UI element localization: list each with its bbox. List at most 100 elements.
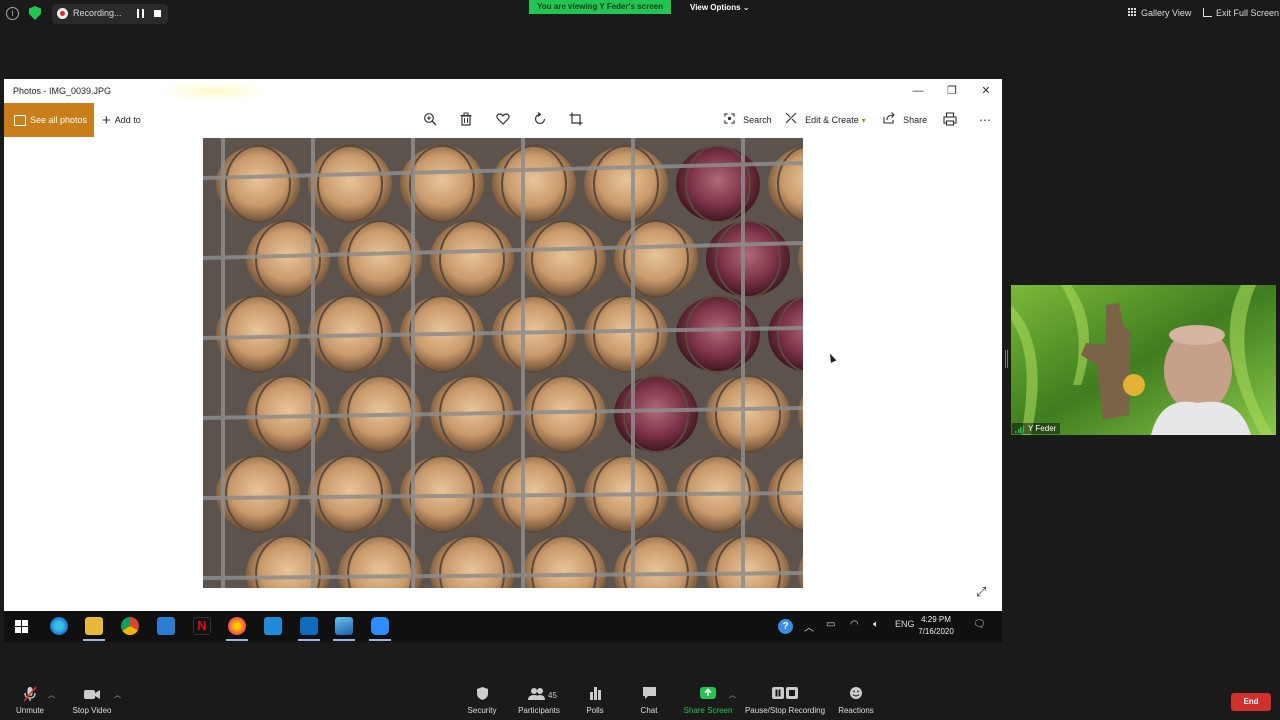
gallery-view-button[interactable]: Gallery View <box>1128 8 1191 18</box>
clock-time: 4:29 PM <box>921 615 951 624</box>
photos-toolbar: See all photos + Add to Search Edit & Cr… <box>4 103 1002 137</box>
see-all-photos-button[interactable]: See all photos <box>4 103 94 137</box>
delete-icon[interactable] <box>458 112 474 128</box>
stop-recording-icon[interactable] <box>154 10 161 17</box>
share-button[interactable]: Share <box>883 103 927 137</box>
zoom-toolbar: Unmute ︿ Stop Video ︿ Security 45 Partic… <box>0 680 1280 720</box>
search-icon <box>724 113 738 126</box>
edit-create-label: Edit & Create <box>805 115 859 125</box>
firefox-icon[interactable] <box>226 617 248 641</box>
print-icon[interactable] <box>942 112 958 128</box>
restore-button[interactable]: ❐ <box>938 83 966 99</box>
clock-date: 7/16/2020 <box>918 627 954 636</box>
rotate-icon[interactable] <box>532 112 548 128</box>
taskbar-clock[interactable]: 4:29 PM 7/16/2020 <box>908 614 964 638</box>
share-screen-label: Share Screen <box>683 706 733 715</box>
zoom-top-bar: i Recording... You are viewing Y Feder's… <box>0 0 1280 28</box>
title-bar: Photos - IMG_0039.JPG — ❐ ✕ <box>4 79 1002 103</box>
photos-app-window: Photos - IMG_0039.JPG — ❐ ✕ See all phot… <box>4 79 1002 611</box>
edit-create-button[interactable]: Edit & Create ▾ <box>785 103 866 137</box>
volume-icon[interactable]: 🔈︎ <box>873 619 879 630</box>
video-camera-icon <box>68 686 116 702</box>
zoom-window: i Recording... You are viewing Y Feder's… <box>0 0 1280 720</box>
participants-button[interactable]: 45 Participants <box>514 686 564 715</box>
mail-icon[interactable] <box>264 617 282 635</box>
security-label: Security <box>467 706 497 715</box>
edge-icon[interactable] <box>50 617 68 635</box>
chevron-down-icon: ⌄ <box>742 3 750 12</box>
window-title: Photos - IMG_0039.JPG <box>13 86 112 96</box>
add-to-label: Add to <box>114 115 141 125</box>
shared-screen: Photos - IMG_0039.JPG — ❐ ✕ See all phot… <box>4 79 1002 642</box>
polls-button[interactable]: Polls <box>582 686 608 715</box>
pause-recording-icon[interactable] <box>137 9 144 18</box>
minimize-button[interactable]: — <box>904 83 932 99</box>
store-icon[interactable] <box>157 617 175 635</box>
favorite-heart-icon[interactable] <box>495 112 511 128</box>
end-meeting-button[interactable]: End <box>1231 693 1271 711</box>
polls-label: Polls <box>586 706 604 715</box>
wifi-icon[interactable]: ◠ <box>850 619 859 630</box>
chrome-icon[interactable] <box>121 617 139 635</box>
zoom-taskbar-icon[interactable] <box>369 617 391 641</box>
share-screen-icon <box>682 686 734 702</box>
viewing-banner-text: You are viewing Y Feder's screen <box>537 2 663 11</box>
photos-taskbar-icon[interactable] <box>333 617 355 641</box>
expand-icon[interactable]: ⤢ <box>976 585 990 599</box>
plus-icon: + <box>102 112 111 129</box>
panel-splitter-handle[interactable] <box>1005 350 1008 368</box>
participant-video[interactable] <box>1011 285 1276 435</box>
windows-taskbar: N ? ︿ ▭ ◠ 🔈︎ ENG 4:29 PM 7/16/2020 🗨︎ <box>4 611 1002 642</box>
participant-name-label: Y Feder <box>1012 423 1061 434</box>
share-label: Share <box>903 115 928 125</box>
reactions-smiley-icon <box>836 686 876 702</box>
recording-label: Recording... <box>73 8 122 18</box>
pause-stop-recording-label: Pause/Stop Recording <box>744 706 826 715</box>
unmute-label: Unmute <box>15 706 44 715</box>
stop-video-button[interactable]: Stop Video <box>68 686 116 715</box>
chat-label: Chat <box>640 706 658 715</box>
show-hidden-icons-icon[interactable]: ︿ <box>804 619 814 634</box>
more-options-icon[interactable]: ⋯ <box>977 112 993 128</box>
gallery-view-label: Gallery View <box>1141 8 1192 18</box>
action-center-icon[interactable]: 🗨︎ <box>973 619 986 630</box>
share-screen-button[interactable]: Share Screen <box>682 686 734 715</box>
share-options-chevron-icon[interactable]: ︿ <box>729 690 736 700</box>
encryption-shield-icon[interactable] <box>29 6 41 20</box>
netflix-icon[interactable]: N <box>193 617 211 635</box>
view-options-label: View Options <box>690 3 741 12</box>
view-options-button[interactable]: View Options ⌄ <box>690 3 749 12</box>
participants-label: Participants <box>518 706 560 715</box>
search-button[interactable]: Search <box>724 103 772 137</box>
add-to-button[interactable]: + Add to <box>102 103 141 137</box>
zoom-icon[interactable] <box>422 112 438 128</box>
photo-image <box>203 138 803 588</box>
meeting-info-icon[interactable]: i <box>6 7 19 20</box>
chat-button[interactable]: Chat <box>636 686 662 715</box>
exit-fullscreen-icon <box>1203 8 1212 17</box>
polls-bar-chart-icon <box>582 686 608 702</box>
file-explorer-icon[interactable] <box>83 617 105 641</box>
security-button[interactable]: Security <box>464 686 500 715</box>
chat-bubble-icon <box>636 686 662 702</box>
unmute-button[interactable]: Unmute <box>10 686 50 715</box>
reactions-button[interactable]: Reactions <box>836 686 876 715</box>
close-button[interactable]: ✕ <box>972 83 1000 99</box>
exit-full-screen-label: Exit Full Screen <box>1216 8 1280 18</box>
recording-icon <box>57 8 68 19</box>
pause-stop-recording-button[interactable]: Pause/Stop Recording <box>744 686 826 715</box>
reactions-label: Reactions <box>838 706 874 715</box>
muted-microphone-icon <box>10 686 50 702</box>
security-shield-icon <box>464 686 500 702</box>
search-label: Search <box>743 115 772 125</box>
battery-icon[interactable]: ▭ <box>826 619 835 630</box>
outlook-icon[interactable] <box>298 617 320 641</box>
help-icon[interactable]: ? <box>778 619 793 634</box>
windows-start-icon[interactable] <box>15 620 28 633</box>
video-options-chevron-icon[interactable]: ︿ <box>114 690 121 700</box>
exit-full-screen-button[interactable]: Exit Full Screen <box>1203 8 1279 18</box>
viewing-banner: You are viewing Y Feder's screen <box>529 0 671 14</box>
chevron-down-icon: ▾ <box>861 116 866 125</box>
crop-icon[interactable] <box>568 112 584 128</box>
audio-options-chevron-icon[interactable]: ︿ <box>48 690 55 700</box>
